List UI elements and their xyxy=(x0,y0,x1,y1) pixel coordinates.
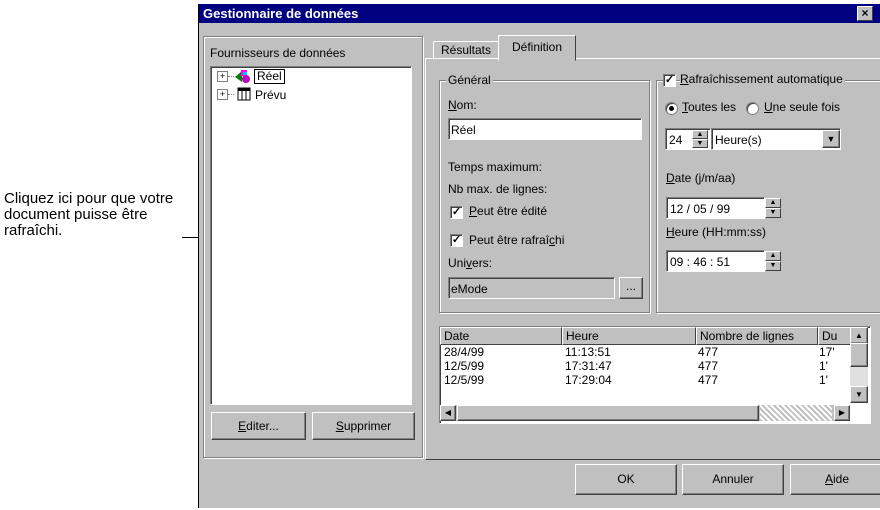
edit-button[interactable]: Editer... xyxy=(211,412,306,440)
callout-text: Cliquez ici pour que votre document puis… xyxy=(4,190,174,239)
cell-rows: 477 xyxy=(698,345,719,359)
spin-down-icon[interactable]: ▼ xyxy=(765,208,781,218)
date-spinner[interactable]: ▲ ▼ xyxy=(765,198,781,218)
scroll-up-icon[interactable]: ▲ xyxy=(850,327,868,344)
table-icon xyxy=(237,87,251,101)
name-label: Nom: xyxy=(448,98,477,112)
col-header-date[interactable]: Date xyxy=(440,327,562,345)
spin-down-icon[interactable]: ▼ xyxy=(765,261,781,271)
data-manager-window: Gestionnaire de données × Fournisseurs d… xyxy=(198,4,880,508)
date-label: Date (j/m/aa) xyxy=(666,171,736,185)
browse-universe-button[interactable]: ... xyxy=(619,277,643,299)
cell-date: 12/5/99 xyxy=(444,359,485,373)
cell-duration: 17' xyxy=(819,345,835,359)
auto-refresh-checkbox[interactable]: ✓ xyxy=(663,74,676,87)
scroll-down-icon[interactable]: ▼ xyxy=(850,386,868,403)
col-header-duration[interactable]: Du xyxy=(818,327,853,345)
scroll-track[interactable] xyxy=(760,405,832,421)
help-button[interactable]: Aide xyxy=(790,464,880,495)
scroll-right-icon[interactable]: ▶ xyxy=(834,405,850,421)
tree-item-reel[interactable]: Réel xyxy=(254,69,285,84)
vertical-scrollbar[interactable]: ▲ ▼ xyxy=(850,327,868,403)
tree-item-prevu[interactable]: Prévu xyxy=(255,88,286,102)
cell-duration: 1' xyxy=(819,373,828,387)
time-spinner[interactable]: ▲ ▼ xyxy=(765,251,781,271)
refreshable-label: Peut être rafraîchi xyxy=(469,233,565,247)
ok-button[interactable]: OK xyxy=(575,464,677,495)
expand-icon[interactable]: + xyxy=(217,71,228,82)
scroll-hthumb[interactable] xyxy=(457,405,759,421)
cell-rows: 477 xyxy=(698,373,719,387)
every-label: Toutes les xyxy=(682,100,737,114)
cell-date: 12/5/99 xyxy=(444,373,485,387)
horizontal-scrollbar[interactable]: ◀ ▶ xyxy=(440,405,850,421)
scroll-thumb[interactable] xyxy=(850,343,868,367)
spin-down-icon[interactable]: ▼ xyxy=(692,139,708,148)
editable-label: Peut être édité xyxy=(469,204,548,218)
date-input[interactable]: 12 / 05 / 99 xyxy=(666,197,765,219)
window-title: Gestionnaire de données xyxy=(203,6,359,21)
cell-date: 28/4/99 xyxy=(444,345,485,359)
scroll-left-icon[interactable]: ◀ xyxy=(440,405,456,421)
every-radio[interactable] xyxy=(665,102,678,115)
title-bar: Gestionnaire de données × xyxy=(199,4,880,23)
delete-button-label: upprimer xyxy=(343,419,392,433)
auto-refresh-label: Rafraîchissement automatique xyxy=(680,72,845,86)
universe-input[interactable]: eMode xyxy=(448,277,615,299)
cell-time: 17:31:47 xyxy=(565,359,612,373)
close-button[interactable]: × xyxy=(857,6,873,21)
time-label: Heure (HH:mm:ss) xyxy=(666,225,767,239)
general-legend: Général xyxy=(446,73,493,87)
max-rows-label: Nb max. de lignes: xyxy=(448,182,548,196)
spin-up-icon[interactable]: ▲ xyxy=(692,130,708,139)
spin-up-icon[interactable]: ▲ xyxy=(765,251,781,261)
cell-time: 17:29:04 xyxy=(565,373,612,387)
table-row[interactable]: 12/5/99 17:31:47 477 1' xyxy=(440,359,849,373)
col-header-heure[interactable]: Heure xyxy=(562,327,696,345)
cancel-button[interactable]: Annuler xyxy=(682,464,784,495)
once-radio[interactable] xyxy=(746,102,759,115)
providers-tree[interactable]: + Réel + Prévu xyxy=(210,66,412,405)
time-input[interactable]: 09 : 46 : 51 xyxy=(666,250,765,272)
cell-time: 11:13:51 xyxy=(565,345,611,359)
universe-label: Univers: xyxy=(448,256,493,270)
refreshable-checkbox[interactable]: ✓ xyxy=(450,234,463,247)
history-table: 28/4/99 11:13:51 477 17' 12/5/99 17:31:4… xyxy=(440,345,849,387)
max-time-label: Temps maximum: xyxy=(448,160,543,174)
cell-duration: 1' xyxy=(819,359,828,373)
providers-label: Fournisseurs de données xyxy=(210,46,346,60)
chevron-down-icon[interactable]: ▼ xyxy=(822,130,840,148)
history-list[interactable]: Date Heure Nombre de lignes Du 28/4/99 1… xyxy=(439,326,871,424)
delete-button[interactable]: Supprimer xyxy=(312,412,415,440)
name-input[interactable]: Réel xyxy=(448,118,642,140)
tree-connector xyxy=(228,94,234,95)
col-header-rows[interactable]: Nombre de lignes xyxy=(696,327,818,345)
query-icon xyxy=(234,69,252,83)
spin-up-icon[interactable]: ▲ xyxy=(765,198,781,208)
edit-button-label: diter... xyxy=(246,419,279,433)
tab-definition[interactable]: Définition xyxy=(498,35,576,61)
once-label: Une seule fois xyxy=(764,100,841,114)
cell-rows: 477 xyxy=(698,359,719,373)
interval-spinner[interactable]: ▲ ▼ xyxy=(692,130,708,148)
table-row[interactable]: 28/4/99 11:13:51 477 17' xyxy=(440,345,849,359)
editable-checkbox[interactable]: ✓ xyxy=(450,206,463,219)
expand-icon[interactable]: + xyxy=(217,89,228,100)
table-row[interactable]: 12/5/99 17:29:04 477 1' xyxy=(440,373,849,387)
